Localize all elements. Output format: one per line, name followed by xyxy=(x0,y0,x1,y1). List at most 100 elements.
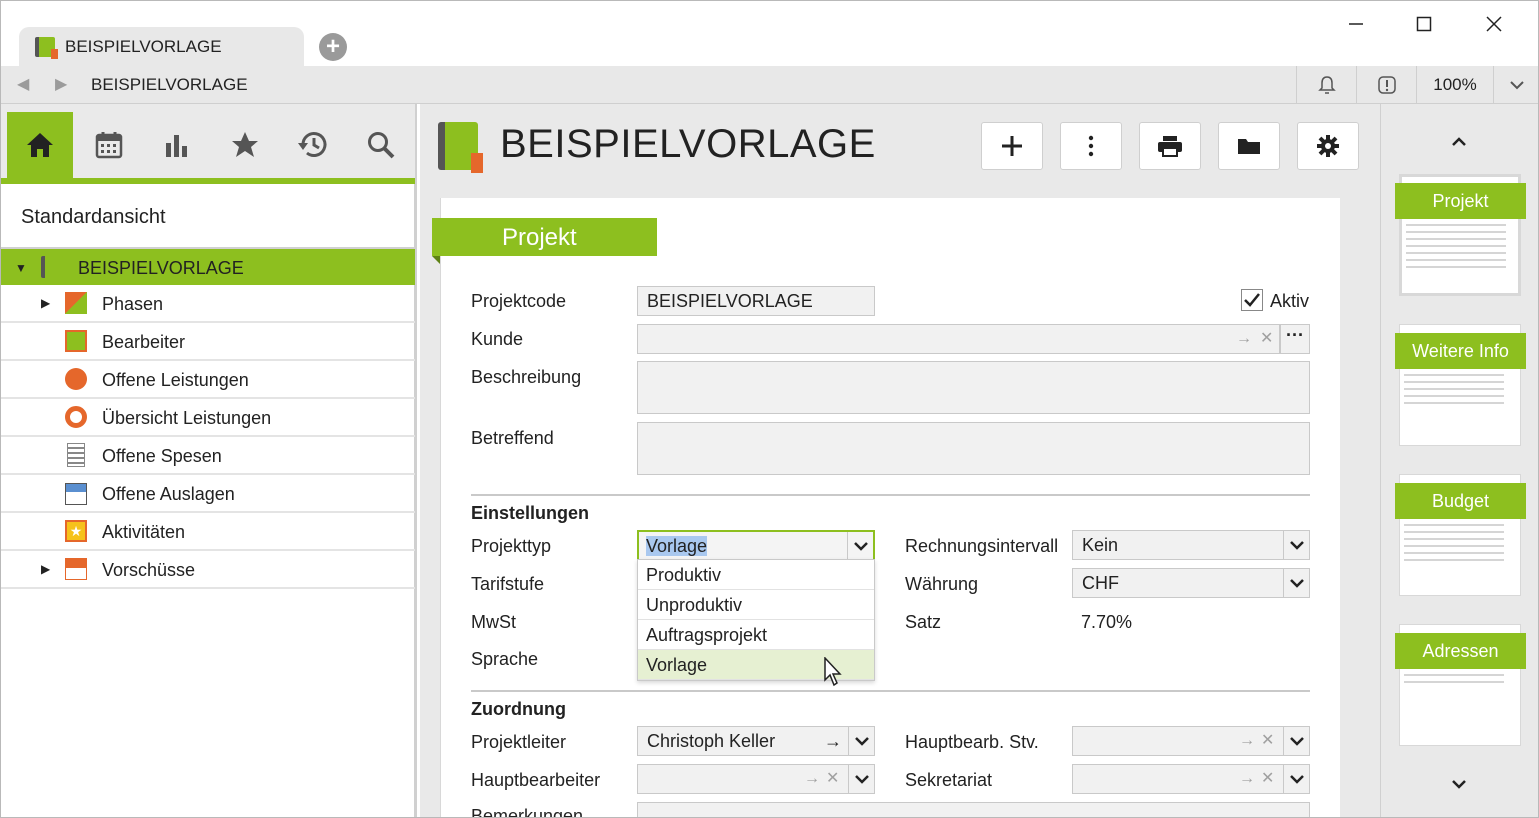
betreffend-field[interactable] xyxy=(637,422,1310,475)
people-icon xyxy=(65,330,87,352)
chevron-down-icon[interactable] xyxy=(847,532,873,560)
kunde-more-button[interactable]: ··· xyxy=(1280,324,1310,354)
tree-item-uebersicht-leistungen[interactable]: Übersicht Leistungen xyxy=(1,399,415,437)
chevron-down-icon[interactable] xyxy=(848,727,874,755)
projektleiter-field[interactable]: Christoph Keller → xyxy=(637,726,875,756)
maximize-icon[interactable] xyxy=(1404,9,1444,39)
tree-item-bearbeiter[interactable]: Bearbeiter xyxy=(1,323,415,361)
page-navigator: Projekt Weitere Info Budget Adressen xyxy=(1380,104,1538,817)
tab-history[interactable] xyxy=(280,112,346,178)
page-title: BEISPIELVORLAGE xyxy=(500,122,876,166)
tree-item-phasen[interactable]: ▶ Phasen xyxy=(1,285,415,323)
sekretariat-label: Sekretariat xyxy=(905,770,993,790)
waehrung-select[interactable]: CHF xyxy=(1072,568,1310,598)
tab-statistics[interactable] xyxy=(144,112,210,178)
folder-button[interactable] xyxy=(1218,122,1280,170)
tree-item-label: Offene Leistungen xyxy=(102,370,249,390)
arrow-right-icon[interactable]: → xyxy=(804,765,820,793)
chevron-down-icon[interactable] xyxy=(1283,569,1309,597)
caret-down-icon[interactable]: ▼ xyxy=(15,261,27,275)
notebook-icon xyxy=(438,122,483,173)
caret-right-icon[interactable]: ▶ xyxy=(41,296,50,310)
chevron-down-icon[interactable] xyxy=(1283,765,1309,793)
waehrung-value: CHF xyxy=(1082,573,1119,593)
tab-beispielvorlage[interactable]: BEISPIELVORLAGE xyxy=(19,27,304,67)
projektcode-field[interactable]: BEISPIELVORLAGE xyxy=(637,286,875,316)
new-tab-plus-icon[interactable]: + xyxy=(319,33,347,61)
zuordnung-heading: Zuordnung xyxy=(471,699,566,719)
tree-item-vorschuesse[interactable]: ▶ Vorschüsse xyxy=(1,551,415,589)
divider xyxy=(471,494,1310,496)
more-button[interactable] xyxy=(1060,122,1122,170)
beschreibung-field[interactable] xyxy=(637,361,1310,414)
waehrung-label: Währung xyxy=(905,574,979,594)
clear-x-icon[interactable]: ✕ xyxy=(1260,325,1273,353)
notebook-icon xyxy=(41,256,63,278)
arrow-right-icon[interactable]: → xyxy=(1239,765,1255,793)
bell-icon[interactable] xyxy=(1296,66,1356,104)
tree-item-aktivitaeten[interactable]: ★ Aktivitäten xyxy=(1,513,415,551)
expenses-icon xyxy=(65,483,87,505)
caret-right-icon[interactable]: ▶ xyxy=(41,562,50,576)
kunde-field[interactable]: → ✕ xyxy=(637,324,1280,354)
zoom-level[interactable]: 100% xyxy=(1416,66,1493,104)
tab-calendar[interactable] xyxy=(76,112,142,178)
settings-button[interactable] xyxy=(1297,122,1359,170)
add-button[interactable] xyxy=(981,122,1043,170)
dropdown-option[interactable]: Produktiv xyxy=(638,560,874,590)
arrow-right-icon[interactable]: → xyxy=(1236,325,1252,353)
chevron-down-icon[interactable] xyxy=(1451,776,1467,794)
title-bar: BEISPIELVORLAGE + xyxy=(1,1,1538,67)
rechnungsintervall-label: Rechnungsintervall xyxy=(905,536,1059,556)
hauptbearbeiter-field[interactable]: → ✕ xyxy=(637,764,875,794)
page-thumb-label[interactable]: Projekt xyxy=(1395,183,1526,219)
betreffend-label: Betreffend xyxy=(471,428,554,448)
tree-item-offene-leistungen[interactable]: Offene Leistungen xyxy=(1,361,415,399)
tab-favorites[interactable] xyxy=(212,112,278,178)
chevron-down-icon[interactable] xyxy=(848,765,874,793)
page-thumb-label[interactable]: Budget xyxy=(1395,483,1526,519)
aktiv-checkbox[interactable] xyxy=(1241,289,1263,311)
rechnungsintervall-select[interactable]: Kein xyxy=(1072,530,1310,560)
tree-item-offene-spesen[interactable]: Offene Spesen xyxy=(1,437,415,475)
forward-arrow-icon[interactable]: ▶ xyxy=(55,74,67,94)
page-thumb-label[interactable]: Adressen xyxy=(1395,633,1526,669)
arrow-right-icon[interactable]: → xyxy=(1239,727,1255,755)
page-thumb-label[interactable]: Weitere Info xyxy=(1395,333,1526,369)
divider xyxy=(471,690,1310,692)
projektcode-label: Projektcode xyxy=(471,291,567,311)
dropdown-option[interactable]: Unproduktiv xyxy=(638,590,874,620)
chevron-down-icon[interactable] xyxy=(1283,531,1309,559)
minimize-icon[interactable] xyxy=(1336,9,1376,39)
alert-icon[interactable] xyxy=(1356,66,1416,104)
chevron-up-icon[interactable] xyxy=(1451,134,1467,152)
gear-icon xyxy=(1317,135,1339,157)
tab-search[interactable] xyxy=(348,112,414,178)
hauptbearb-stv-field[interactable]: → ✕ xyxy=(1072,726,1310,756)
back-arrow-icon[interactable]: ◀ xyxy=(17,74,29,94)
clear-x-icon[interactable]: ✕ xyxy=(826,765,839,793)
thumb-preview xyxy=(1404,667,1504,688)
chevron-down-icon[interactable] xyxy=(1493,66,1538,104)
projekttyp-select[interactable]: Vorlage xyxy=(637,530,875,561)
sekretariat-field[interactable]: → ✕ xyxy=(1072,764,1310,794)
printer-icon xyxy=(1158,136,1182,157)
plus-icon xyxy=(1002,136,1022,156)
chevron-down-icon[interactable] xyxy=(1283,727,1309,755)
calendar-icon xyxy=(95,132,123,159)
tree-item-offene-auslagen[interactable]: Offene Auslagen xyxy=(1,475,415,513)
tab-label: BEISPIELVORLAGE xyxy=(65,37,222,56)
print-button[interactable] xyxy=(1139,122,1201,170)
clear-x-icon[interactable]: ✕ xyxy=(1261,765,1274,793)
mouse-cursor-icon xyxy=(824,657,842,687)
tab-home[interactable] xyxy=(7,112,73,178)
bemerkungen-field[interactable] xyxy=(637,802,1310,817)
clear-x-icon[interactable]: ✕ xyxy=(1261,727,1274,755)
close-icon[interactable] xyxy=(1474,9,1514,39)
arrow-right-icon[interactable]: → xyxy=(824,727,842,755)
main-header: BEISPIELVORLAGE xyxy=(420,104,1380,184)
dropdown-option[interactable]: Auftragsprojekt xyxy=(638,620,874,650)
pie-icon xyxy=(65,368,87,390)
tree-root-item[interactable]: ▼ BEISPIELVORLAGE xyxy=(1,247,415,285)
project-tree: ▼ BEISPIELVORLAGE ▶ Phasen Bearbeiter Of… xyxy=(1,247,415,589)
